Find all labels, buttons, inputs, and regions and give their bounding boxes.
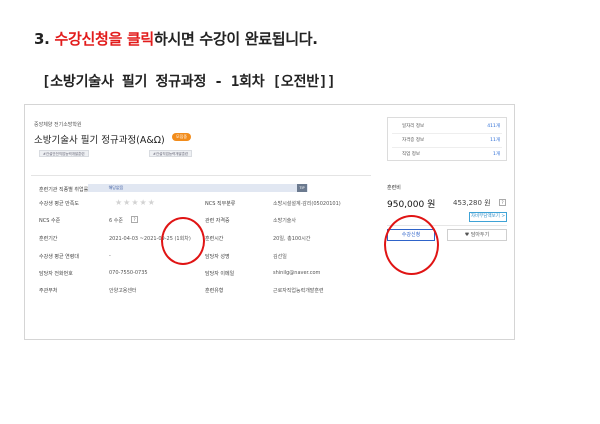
detail-label: 수강생 평균 연령대: [39, 254, 79, 260]
info-count[interactable]: 411개: [487, 123, 500, 129]
help-icon[interactable]: ?: [499, 199, 506, 206]
course-title: 소방기술사 필기 정규과정(A&Ω): [34, 135, 165, 146]
employment-label: 훈련기관 직종별 취업률: [39, 187, 89, 193]
detail-label: 훈련기간: [39, 236, 58, 242]
detail-label: NCS 직무분류: [205, 201, 236, 207]
detail-value: 김선일: [273, 254, 287, 260]
detail-label: 담당자 이메일: [205, 271, 235, 277]
training-fee: 950,000 원: [387, 200, 436, 210]
help-icon[interactable]: ?: [131, 216, 138, 223]
info-count[interactable]: 11개: [490, 137, 500, 143]
info-key: 자격증 정보: [402, 138, 425, 143]
detail-label: 수강생 평균 만족도: [39, 201, 79, 207]
training-org: 중앙체양 전기소방학원: [34, 122, 82, 128]
detail-value: 20일, 총100시간: [273, 236, 311, 242]
info-row-certificates[interactable]: 자격증 정보 11개: [388, 133, 506, 147]
info-count[interactable]: 1개: [493, 151, 500, 157]
detail-label: 주관부처: [39, 288, 58, 294]
heading-highlight-click: 클릭: [126, 30, 154, 48]
annotation-circle-period: [161, 217, 205, 265]
detail-label: 훈련유형: [205, 288, 224, 294]
detail-value: 6 수준: [109, 218, 123, 224]
info-key: 직업 정보: [402, 152, 420, 157]
annotation-circle-apply: [384, 215, 439, 275]
detail-label: 관련 자격증: [205, 218, 230, 224]
detail-value: 070-7550-0735: [109, 270, 148, 276]
detail-value: 소방시설설계·감리(05020101): [273, 201, 341, 207]
instruction-heading: 3. 수강신청을 클릭하시면 수강이 완료됩니다.: [34, 28, 318, 49]
course-tag: #건설직업능력개발훈련: [149, 150, 193, 157]
self-pay-button[interactable]: 자비부담액보기 >: [469, 212, 507, 222]
course-detail-screenshot: 중앙체양 전기소방학원 소방기술사 필기 정규과정(A&Ω) 모집중 #건설안전…: [24, 104, 515, 340]
info-key: 일자리 정보: [402, 124, 425, 129]
heading-suffix: 하시면 수강이 완료됩니다.: [153, 30, 318, 48]
self-pay-amount: 453,280 원: [453, 199, 491, 207]
save-favorite-button[interactable]: ♥ 담아두기: [447, 229, 507, 241]
detail-value: 근로자직업능력개발훈련: [273, 288, 324, 294]
detail-label: 담당자 성명: [205, 254, 230, 260]
status-badge: 모집중: [172, 133, 191, 141]
detail-value: 소방기술사: [273, 218, 297, 224]
info-row-jobs[interactable]: 일자리 정보 411개: [388, 119, 506, 133]
detail-value: 안양고용센터: [109, 288, 137, 294]
tip-badge[interactable]: TIP: [297, 184, 307, 192]
divider: [31, 175, 371, 176]
detail-value: -: [109, 253, 111, 259]
detail-label: NCS 수준: [39, 218, 61, 224]
detail-label: 담당자 전화번호: [39, 271, 73, 277]
detail-value: shinilg@naver.com: [273, 270, 321, 276]
info-row-occupations[interactable]: 직업 정보 1개: [388, 147, 506, 161]
related-info-box: 일자리 정보 411개 자격증 정보 11개 직업 정보 1개: [387, 117, 507, 161]
employment-bar: 해당없음: [88, 184, 308, 192]
fee-label: 훈련비: [387, 185, 401, 191]
rating-stars: ★★★★★: [115, 198, 156, 207]
heading-highlight-apply: 수강신청을: [54, 30, 122, 48]
course-subheading: [소방기술사 필기 정규과정 - 1회차 [오전반]]: [42, 74, 336, 90]
course-tag: #건설안전직업능력개발훈련: [39, 150, 89, 157]
detail-label: 훈련시간: [205, 236, 224, 242]
employment-bar-text: 해당없음: [108, 185, 124, 190]
heading-prefix: 3.: [34, 30, 55, 48]
